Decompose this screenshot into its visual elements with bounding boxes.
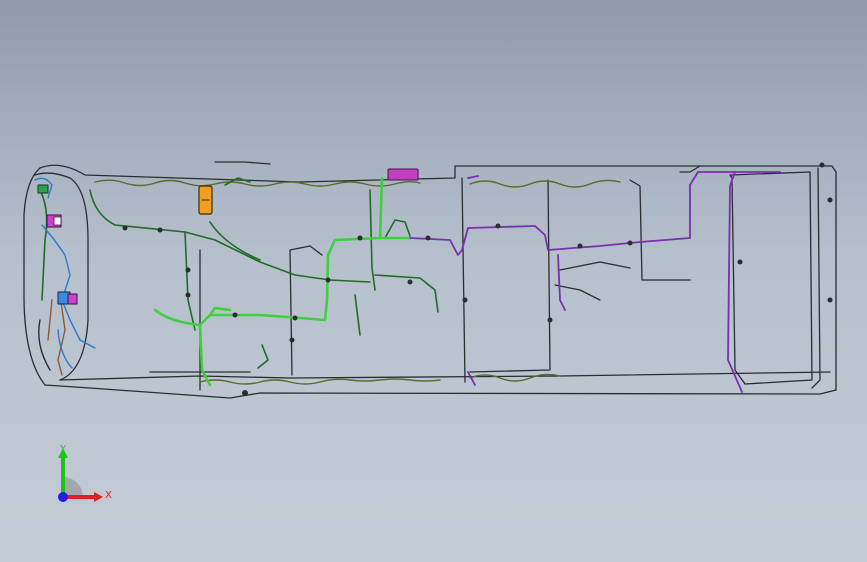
olive-right-bottom-trunk	[469, 373, 561, 382]
harness-assembly[interactable]	[23, 161, 837, 399]
dg-branch-f	[354, 294, 361, 336]
purple-route-4	[467, 175, 479, 179]
clip-marker	[292, 315, 298, 321]
dg-branch-h	[257, 344, 269, 369]
purple-route-2	[689, 171, 781, 239]
clip-marker	[242, 390, 248, 396]
dg-branch-c	[184, 231, 196, 331]
clip-marker	[289, 337, 295, 343]
cad-viewport[interactable]	[0, 0, 867, 562]
purple-route-6	[557, 254, 566, 311]
top-right-wire	[679, 165, 701, 173]
clip-marker	[462, 297, 468, 303]
mid-frame-wire-4	[289, 249, 293, 376]
clip-marker	[232, 312, 238, 318]
dg-branch-i	[39, 189, 48, 301]
clip-marker	[357, 235, 363, 241]
purple-network	[409, 171, 781, 393]
coordinate-triad: Y X	[58, 444, 112, 502]
bg-route-2	[378, 176, 384, 240]
tick-wire-2	[554, 284, 601, 301]
magenta-fuse-box[interactable]	[387, 168, 419, 181]
clip-marker	[827, 197, 833, 203]
upper-left-wire	[214, 161, 271, 165]
magenta-connector-lower[interactable]	[67, 293, 78, 305]
clip-marker	[577, 243, 583, 249]
brown-wire-2	[47, 299, 53, 341]
purple-route-1	[409, 225, 691, 256]
outer-bottom-wire	[44, 384, 837, 399]
clip-marker	[185, 267, 191, 273]
right-loop-wire	[729, 171, 813, 385]
right-frame-wire	[811, 167, 821, 389]
mid-frame-wire-5	[289, 245, 323, 256]
clip-marker	[827, 297, 833, 303]
clip-marker	[407, 279, 413, 285]
outer-top-wire	[39, 164, 837, 183]
dg-branch-g	[384, 219, 411, 239]
mid-frame-wire-1	[461, 177, 466, 383]
clip-markers	[122, 162, 833, 396]
clip-marker	[547, 317, 553, 323]
clip-marker	[819, 162, 825, 168]
darkgray-wire-1	[38, 319, 51, 371]
z-axis-dot	[58, 492, 68, 502]
clip-marker	[122, 225, 128, 231]
purple-route-5	[467, 371, 476, 386]
clip-marker	[495, 223, 501, 229]
olive-bottom-trunk	[199, 378, 441, 385]
tick-wire-1	[559, 261, 631, 271]
x-axis-label: X	[105, 490, 112, 501]
clip-marker	[157, 227, 163, 233]
x-axis-arrowhead	[94, 492, 103, 502]
white-connector-left[interactable]	[53, 216, 62, 226]
clip-marker	[737, 259, 743, 265]
outline-wires	[23, 161, 837, 399]
inner-bottom-wire	[59, 371, 831, 381]
olive-right-trunk	[469, 179, 621, 188]
clip-marker	[185, 292, 191, 298]
green-connector-left[interactable]	[37, 184, 49, 194]
clip-marker	[425, 235, 431, 241]
bright-green-network	[153, 176, 412, 387]
clip-marker	[325, 277, 331, 283]
y-axis-label: Y	[59, 444, 67, 455]
dg-branch-e	[374, 274, 439, 313]
dark-green-network	[39, 177, 439, 369]
mid-frame-wire-2	[469, 179, 551, 373]
mid-frame-wire-3	[629, 179, 691, 281]
clip-marker	[627, 240, 633, 246]
